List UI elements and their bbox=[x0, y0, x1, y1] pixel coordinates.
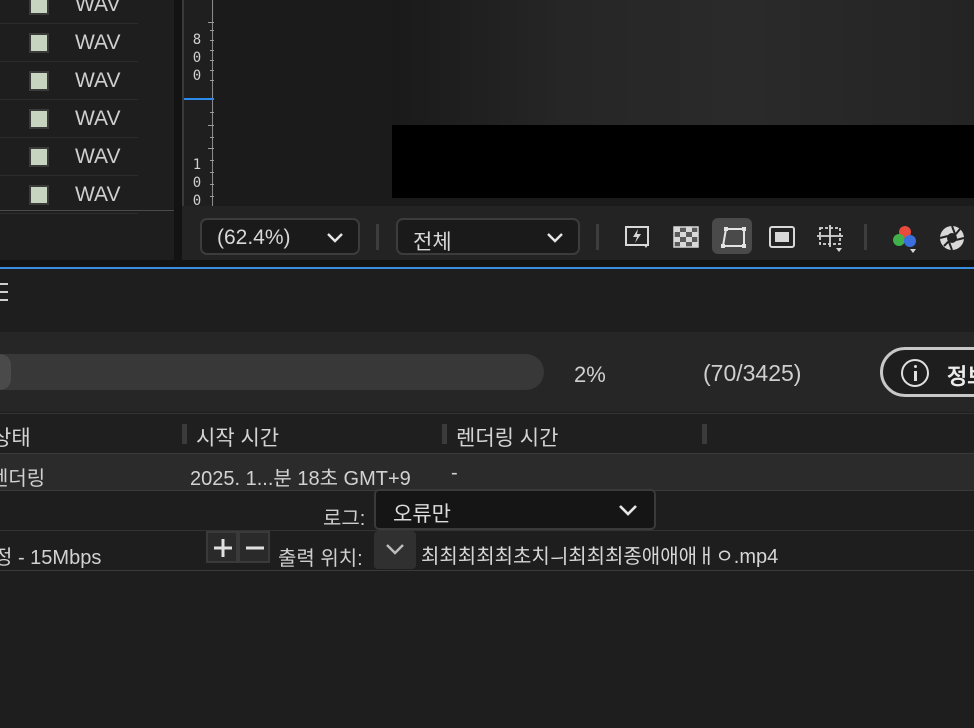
progress-frame-count: (70/3425) bbox=[703, 360, 802, 386]
log-select[interactable]: 오류만 bbox=[374, 489, 656, 530]
item-status: 렌더링 bbox=[0, 468, 46, 490]
project-file-row[interactable]: WAV bbox=[0, 62, 138, 100]
transparency-grid-button[interactable] bbox=[664, 218, 704, 254]
render-progress-fill bbox=[0, 354, 11, 390]
file-type: WAV bbox=[75, 0, 121, 16]
info-icon bbox=[901, 359, 929, 387]
render-progress-area: 2% (70/3425) 정보 bbox=[0, 332, 974, 412]
composition-viewer: 8 0 0 1 0 0 (62.4%) 전체 bbox=[182, 0, 974, 260]
file-type: WAV bbox=[75, 69, 121, 92]
panel-menu-icon[interactable] bbox=[0, 283, 10, 301]
remove-output-module-button[interactable] bbox=[238, 531, 270, 563]
guides-icon bbox=[817, 225, 843, 252]
add-output-module-button[interactable] bbox=[206, 531, 238, 563]
label-color-swatch[interactable] bbox=[29, 33, 49, 53]
output-module-row: 정 - 15Mbps 출력 위치: 최최최최최초치ㅢ최최최종애애애ㅐㅇ.mp4 bbox=[0, 531, 974, 571]
output-to-label: 출력 위치: bbox=[278, 548, 363, 570]
panel-gutter[interactable] bbox=[174, 0, 182, 260]
output-to-dropdown[interactable] bbox=[374, 531, 416, 569]
ruler-label: 0 bbox=[192, 175, 202, 191]
project-file-row[interactable]: WAV bbox=[0, 176, 138, 214]
ruler-playhead-marker bbox=[184, 98, 216, 100]
snapshot-button[interactable] bbox=[930, 218, 970, 254]
region-of-interest-icon bbox=[721, 227, 746, 248]
log-label: 로그: bbox=[323, 508, 366, 530]
output-module-setting[interactable]: 정 - 15Mbps bbox=[0, 541, 101, 570]
render-progress-bar bbox=[0, 354, 544, 390]
file-type: WAV bbox=[75, 31, 121, 54]
color-channels-icon bbox=[893, 226, 916, 253]
panel-separator[interactable] bbox=[0, 260, 974, 269]
color-channels-button[interactable] bbox=[882, 218, 922, 254]
file-type: WAV bbox=[75, 183, 121, 206]
render-queue-panel: 2% (70/3425) 정보 상태 시작 시간 렌더링 시간 렌더링 2025… bbox=[0, 269, 974, 728]
viewer-toolbar: (62.4%) 전체 bbox=[182, 206, 974, 260]
chevron-down-icon bbox=[327, 233, 343, 243]
resolution-select[interactable]: 전체 bbox=[396, 218, 580, 255]
file-type: WAV bbox=[75, 107, 121, 130]
region-of-interest-button[interactable] bbox=[712, 218, 752, 254]
label-color-swatch[interactable] bbox=[29, 185, 49, 205]
fast-previews-button[interactable] bbox=[616, 218, 656, 254]
label-color-swatch[interactable] bbox=[29, 109, 49, 129]
column-resize-handle[interactable] bbox=[182, 424, 187, 444]
toggle-mask-button[interactable] bbox=[760, 218, 800, 254]
toolbar-separator bbox=[596, 224, 599, 250]
plus-icon bbox=[214, 539, 232, 557]
chevron-down-icon bbox=[386, 544, 404, 555]
info-button-label: 정보 bbox=[947, 364, 974, 389]
column-resize-handle[interactable] bbox=[442, 424, 447, 444]
toolbar-separator bbox=[864, 224, 867, 250]
column-resize-handle[interactable] bbox=[702, 424, 707, 444]
project-file-row[interactable]: WAV bbox=[0, 138, 138, 176]
ruler-label: 0 bbox=[192, 50, 202, 66]
progress-percent: 2% bbox=[574, 362, 606, 387]
vertical-ruler[interactable]: 8 0 0 1 0 0 bbox=[182, 0, 216, 209]
project-file-row[interactable]: WAV bbox=[0, 100, 138, 138]
item-render-time: - bbox=[451, 462, 458, 484]
column-header-status[interactable]: 상태 bbox=[0, 422, 31, 452]
project-file-row[interactable]: WAV bbox=[0, 0, 138, 24]
label-color-swatch[interactable] bbox=[29, 0, 49, 15]
guides-button[interactable] bbox=[808, 218, 848, 254]
viewer-canvas[interactable] bbox=[214, 0, 974, 206]
column-header-render-time[interactable]: 렌더링 시간 bbox=[456, 422, 558, 452]
item-start-time: 2025. 1...분 18초 GMT+9 bbox=[190, 468, 411, 490]
zoom-select[interactable]: (62.4%) bbox=[200, 218, 360, 255]
ruler-label: 8 bbox=[192, 32, 202, 48]
resolution-value: 전체 bbox=[413, 231, 452, 254]
log-select-value: 오류만 bbox=[393, 503, 451, 526]
toolbar-separator bbox=[376, 224, 379, 250]
minus-icon bbox=[246, 546, 264, 550]
ruler-label: 1 bbox=[192, 157, 202, 173]
project-panel: WAV WAV WAV WAV WAV WAV bbox=[0, 0, 182, 260]
info-button[interactable]: 정보 bbox=[880, 347, 974, 397]
composition-preview[interactable] bbox=[392, 0, 974, 125]
transparency-grid-icon bbox=[673, 226, 699, 248]
project-panel-divider bbox=[0, 210, 174, 211]
chevron-down-icon bbox=[547, 233, 563, 243]
zoom-value: (62.4%) bbox=[217, 226, 291, 249]
label-color-swatch[interactable] bbox=[29, 147, 49, 167]
toggle-mask-icon bbox=[769, 226, 795, 248]
label-color-swatch[interactable] bbox=[29, 71, 49, 91]
file-type: WAV bbox=[75, 145, 121, 168]
snapshot-icon bbox=[939, 225, 965, 251]
render-queue-item[interactable]: 렌더링 2025. 1...분 18초 GMT+9 - bbox=[0, 453, 974, 491]
composition-letterbox bbox=[392, 125, 974, 198]
log-row: 로그: 오류만 bbox=[0, 489, 974, 531]
project-file-row[interactable]: WAV bbox=[0, 24, 138, 62]
chevron-down-icon bbox=[619, 505, 637, 516]
ruler-label: 0 bbox=[192, 68, 202, 84]
output-file-name[interactable]: 최최최최최초치ㅢ최최최종애애애ㅐㅇ.mp4 bbox=[421, 540, 778, 569]
column-header-start-time[interactable]: 시작 시간 bbox=[196, 422, 279, 452]
fast-previews-icon bbox=[625, 226, 649, 248]
render-queue-header: 상태 시작 시간 렌더링 시간 bbox=[0, 413, 974, 453]
